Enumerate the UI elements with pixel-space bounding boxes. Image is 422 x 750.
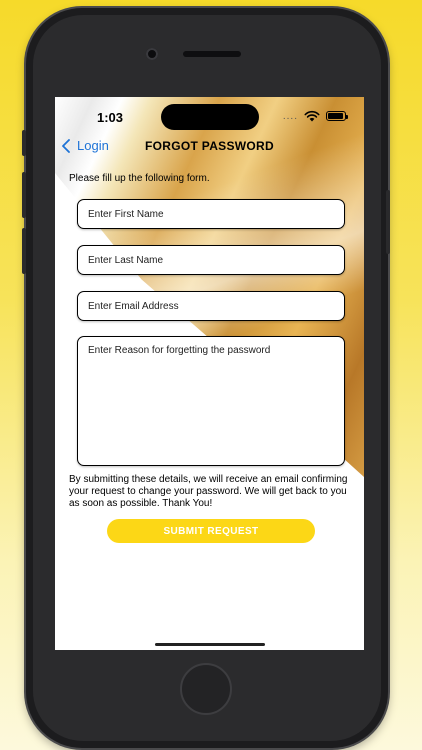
page-title: FORGOT PASSWORD — [145, 139, 274, 153]
earpiece-speaker — [183, 51, 241, 57]
last-name-input[interactable] — [77, 245, 345, 275]
app-screen: 1:03 .... Login FORGOT PASSWORD Please f… — [55, 97, 364, 650]
side-button-volume-up — [22, 172, 26, 218]
front-camera — [146, 48, 158, 60]
side-button-silent — [22, 130, 26, 156]
home-button — [180, 663, 232, 715]
dynamic-island — [161, 104, 259, 130]
reason-textarea[interactable] — [77, 336, 345, 466]
home-indicator — [155, 643, 265, 646]
status-time: 1:03 — [97, 110, 124, 125]
submission-note: By submitting these details, we will rec… — [69, 474, 348, 509]
battery-level — [328, 113, 343, 119]
wifi-icon — [304, 110, 320, 122]
email-input[interactable] — [77, 291, 345, 321]
side-button-power — [386, 190, 390, 254]
signal-dots: .... — [282, 110, 298, 122]
side-button-volume-down — [22, 228, 26, 274]
battery-icon — [326, 111, 348, 121]
status-icons: .... — [282, 110, 348, 122]
submit-request-button[interactable]: SUBMIT REQUEST — [107, 519, 315, 543]
first-name-input[interactable] — [77, 199, 345, 229]
form-instructions: Please fill up the following form. — [69, 173, 210, 184]
